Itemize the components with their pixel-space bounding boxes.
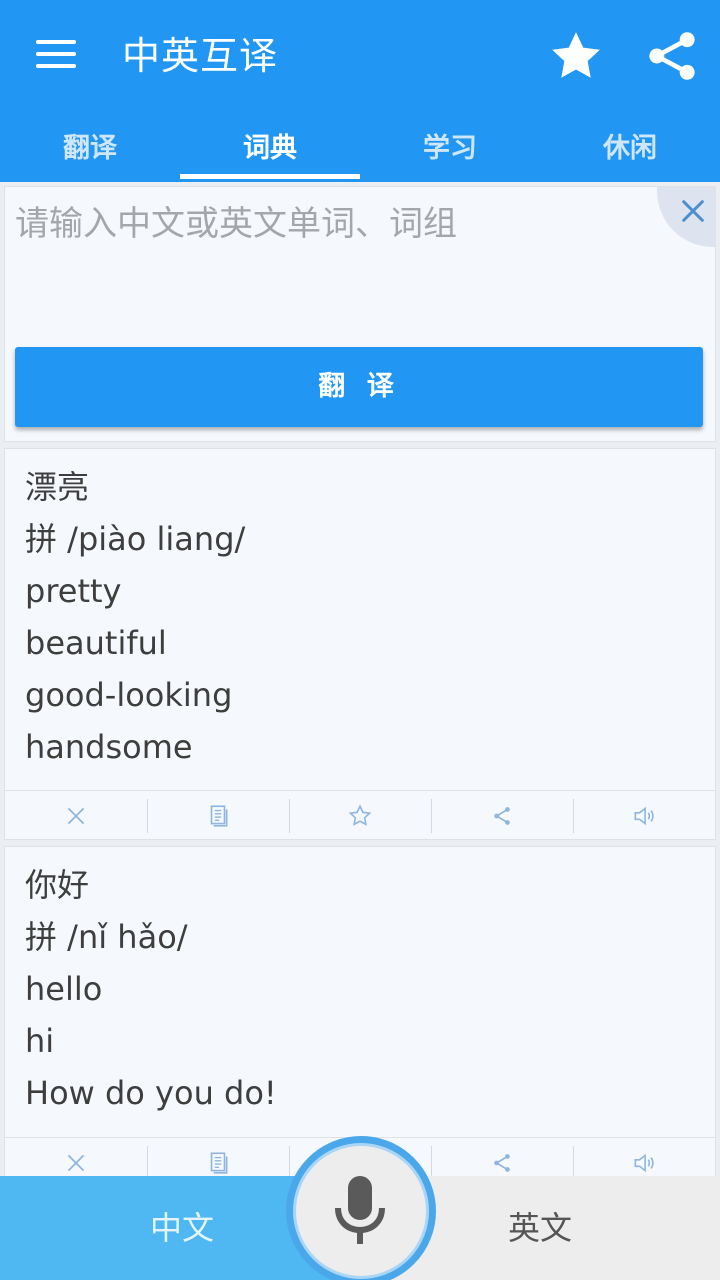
hamburger-menu-icon[interactable] [36,40,76,70]
input-card: 请输入中文或英文单词、词组 翻 译 [4,186,716,442]
close-icon[interactable] [677,195,709,227]
microphone-icon[interactable] [330,1174,390,1246]
result-word: 你好 [25,866,90,904]
app-bar: 中英互译 翻译 词典 学习 休闲 [0,0,720,182]
result-meaning: beautiful [25,624,167,662]
copy-icon [210,805,228,827]
result-meaning: How do you do! [25,1074,277,1112]
result-meaning: hello [25,970,103,1008]
share-icon [494,807,510,825]
speak-button[interactable] [573,791,715,841]
favorite-button[interactable] [289,791,431,841]
chinese-language-label: 中文 [150,1209,215,1247]
tab-dictionary[interactable]: 词典 [180,120,360,182]
copy-button[interactable] [147,791,289,841]
translate-button[interactable]: 翻 译 [15,347,703,427]
result-meaning: handsome [25,728,193,766]
tab-translate[interactable]: 翻译 [0,120,180,182]
toolbar: 中英互译 [0,0,720,112]
result-content: 漂亮 拼 /piào liang/ pretty beautiful good-… [25,461,245,773]
tab-leisure[interactable]: 休闲 [540,120,720,182]
speaker-icon [634,1153,654,1173]
star-outline-icon [348,804,372,826]
tab-study[interactable]: 学习 [360,120,540,182]
result-card: 你好 拼 /nǐ hǎo/ hello hi How do you do! [4,846,716,1186]
result-pinyin: 拼 /piào liang/ [25,520,246,558]
share-button[interactable] [431,791,573,841]
result-content: 你好 拼 /nǐ hǎo/ hello hi How do you do! [25,859,277,1119]
copy-icon [210,1152,228,1174]
english-language-label: 英文 [508,1209,573,1247]
share-icon[interactable] [644,26,700,86]
result-meaning: hi [25,1022,55,1060]
result-meaning: good-looking [25,676,233,714]
result-word: 漂亮 [25,468,90,506]
tab-bar: 翻译 词典 学习 休闲 [0,120,720,182]
share-icon [494,1154,510,1172]
app-title: 中英互译 [122,34,279,78]
result-action-bar [5,790,715,840]
speaker-icon [634,806,654,826]
result-meaning: pretty [25,572,122,610]
active-tab-indicator [180,174,360,179]
delete-button[interactable] [5,791,147,841]
star-icon[interactable] [548,28,604,84]
word-input[interactable]: 请输入中文或英文单词、词组 [15,201,457,247]
result-card: 漂亮 拼 /piào liang/ pretty beautiful good-… [4,448,716,840]
result-pinyin: 拼 /nǐ hǎo/ [25,918,188,956]
close-icon [67,1154,85,1172]
close-icon [67,807,85,825]
